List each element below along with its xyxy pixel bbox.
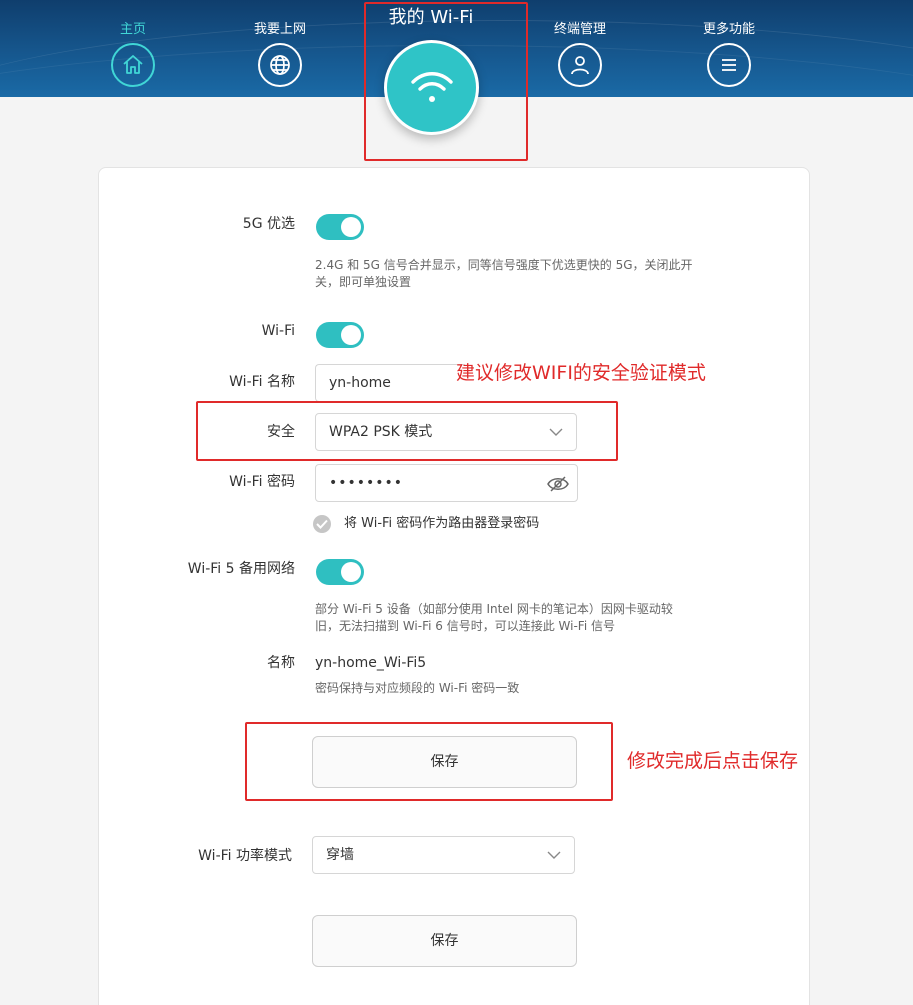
home-icon bbox=[111, 43, 155, 87]
label-wifi5-backup: Wi-Fi 5 备用网络 bbox=[187, 561, 295, 577]
wifi-name-input[interactable]: yn-home bbox=[315, 364, 465, 402]
wifi-settings-panel bbox=[98, 167, 810, 1005]
use-as-login-label: 将 Wi-Fi 密码作为路由器登录密码 bbox=[344, 516, 540, 531]
wifi-password-value: •••••••• bbox=[329, 475, 404, 491]
save-button-power[interactable]: 保存 bbox=[312, 915, 577, 967]
nav-item-more[interactable]: 更多功能 bbox=[669, 0, 789, 87]
label-wifi: Wi-Fi bbox=[261, 323, 295, 339]
annotation-box-save bbox=[245, 722, 613, 801]
annotation-box-wifi-tab bbox=[364, 2, 528, 161]
label-wifi5-name: 名称 bbox=[267, 655, 295, 671]
label-wifi-name: Wi-Fi 名称 bbox=[229, 374, 295, 390]
toggle-5g-preferred[interactable] bbox=[316, 214, 364, 240]
annotation-security-tip: 建议修改WIFI的安全验证模式 bbox=[456, 362, 706, 384]
nav-label-internet: 我要上网 bbox=[253, 22, 306, 37]
annotation-box-security bbox=[196, 401, 618, 461]
nav-label-home: 主页 bbox=[119, 22, 146, 37]
eye-icon[interactable] bbox=[546, 474, 570, 494]
menu-icon bbox=[707, 43, 751, 87]
label-power-mode: Wi-Fi 功率模式 bbox=[198, 848, 292, 864]
wifi5-name-value: yn-home_Wi-Fi5 bbox=[315, 655, 427, 671]
toggle-wifi5-backup[interactable] bbox=[316, 559, 364, 585]
desc-5g-preferred: 2.4G 和 5G 信号合并显示，同等信号强度下优选更快的 5G，关闭此开关，即… bbox=[315, 258, 693, 289]
use-as-login-checkbox[interactable] bbox=[313, 515, 331, 533]
desc-wifi5-backup: 部分 Wi-Fi 5 设备（如部分使用 Intel 网卡的笔记本）因网卡驱动较旧… bbox=[315, 602, 673, 633]
globe-icon bbox=[258, 43, 302, 87]
checkmark-icon bbox=[316, 519, 328, 529]
power-mode-value: 穿墙 bbox=[326, 847, 354, 863]
nav-label-devices: 终端管理 bbox=[553, 22, 606, 37]
toggle-wifi[interactable] bbox=[316, 322, 364, 348]
user-icon bbox=[558, 43, 602, 87]
annotation-save-tip: 修改完成后点击保存 bbox=[627, 750, 799, 772]
nav-item-internet[interactable]: 我要上网 bbox=[220, 0, 340, 87]
wifi-password-input[interactable]: •••••••• bbox=[315, 464, 578, 502]
nav-label-more: 更多功能 bbox=[702, 22, 755, 37]
nav-item-devices[interactable]: 终端管理 bbox=[520, 0, 640, 87]
nav-item-home[interactable]: 主页 bbox=[73, 0, 193, 87]
label-wifi-password: Wi-Fi 密码 bbox=[229, 474, 295, 490]
desc-wifi5-name: 密码保持与对应频段的 Wi-Fi 密码一致 bbox=[315, 681, 520, 695]
label-5g-preferred: 5G 优选 bbox=[242, 216, 295, 232]
power-mode-select[interactable]: 穿墙 bbox=[312, 836, 575, 874]
chevron-down-icon bbox=[547, 851, 561, 859]
